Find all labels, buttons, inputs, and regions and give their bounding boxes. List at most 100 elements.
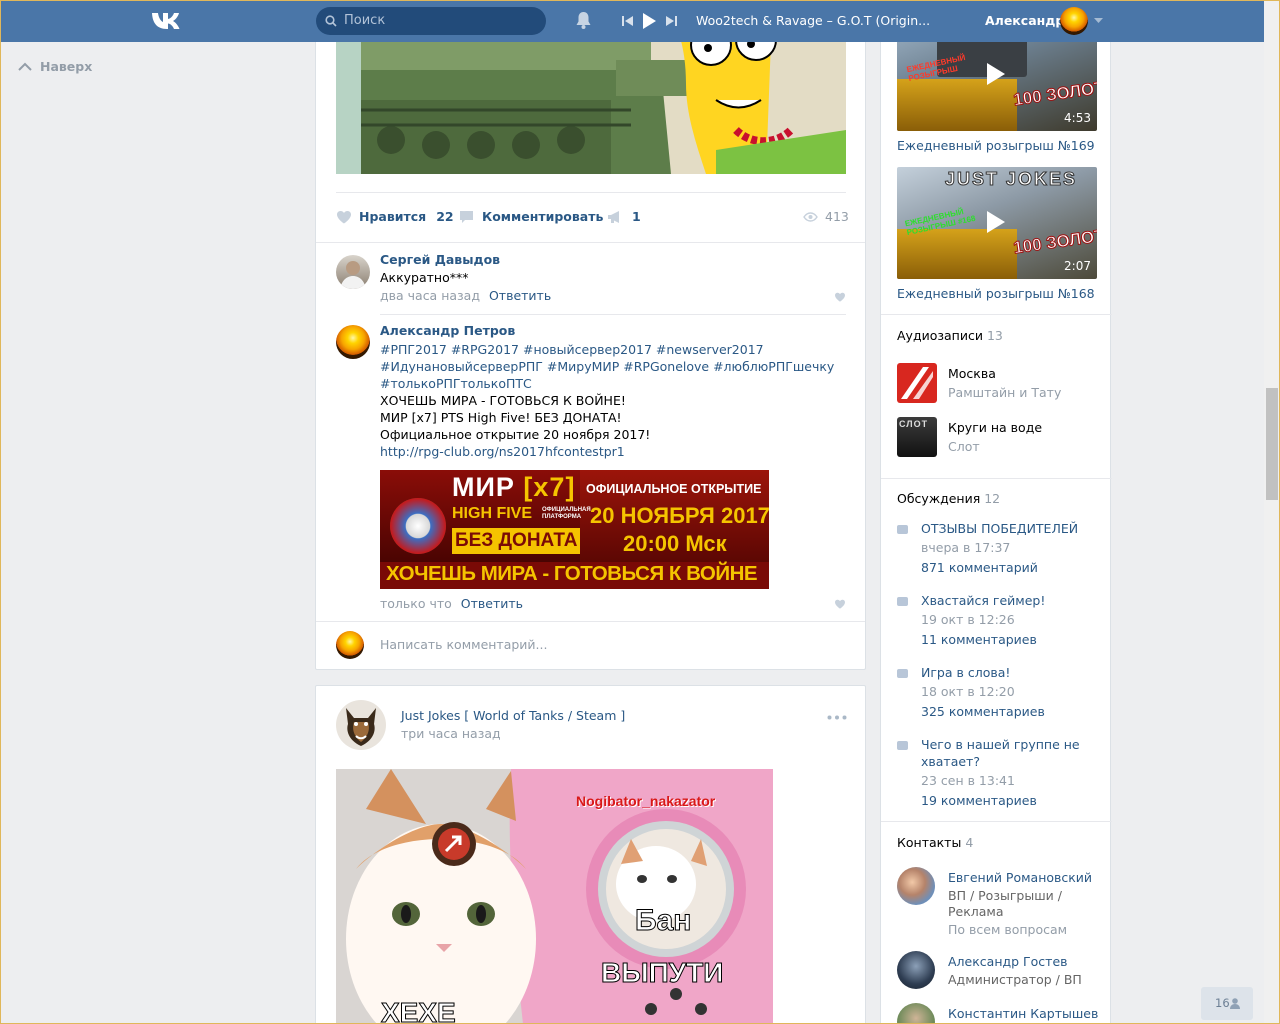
write-comment-input[interactable]: Написать комментарий... xyxy=(380,637,547,652)
audio-artist[interactable]: Рамштайн и Тату xyxy=(948,385,1061,400)
eye-icon xyxy=(803,211,818,222)
next-track-icon[interactable] xyxy=(666,15,677,27)
discussion-date: вчера в 17:37 xyxy=(921,540,1011,555)
meme-caption: ВЫПУТИ xyxy=(600,957,724,989)
audio-title[interactable]: Москва xyxy=(948,366,996,381)
audio-cover[interactable] xyxy=(897,363,937,403)
comment-banner-image[interactable]: МИР [x7] HIGH FIVE ОФИЦИАЛЬНАЯ ПЛАТФОРМА… xyxy=(380,470,769,589)
scroll-to-top-button[interactable]: Наверх xyxy=(18,59,92,74)
comment-text: Аккуратно*** xyxy=(380,270,469,285)
audio-player-controls xyxy=(622,13,677,29)
search-input[interactable]: Поиск xyxy=(316,7,546,35)
vk-logo[interactable] xyxy=(150,9,186,33)
views-counter: 413 xyxy=(803,209,849,224)
discussion-icon xyxy=(897,741,908,750)
comment-button[interactable]: Комментировать xyxy=(459,209,603,224)
comment-hashtags[interactable]: #ИдунановыйсерверРПГ #МируМИР #RPGonelov… xyxy=(380,358,846,375)
comment-time[interactable]: только что xyxy=(380,596,452,611)
post-image[interactable]: Nogibator_nakazator Бан ВЫПУТИ ХЕХЕ xyxy=(336,769,773,1024)
play-icon xyxy=(987,63,1005,85)
contact-avatar[interactable] xyxy=(897,1003,935,1024)
video-title[interactable]: Ежедневный розыгрыш №169 xyxy=(897,138,1095,153)
heart-icon[interactable] xyxy=(834,599,846,609)
discussion-title[interactable]: Чего в нашей группе не хватает? xyxy=(921,736,1091,770)
audio-section-header[interactable]: Аудиозаписи 13 xyxy=(897,328,1003,343)
comment-author[interactable]: Александр Петров xyxy=(380,323,515,338)
group-avatar[interactable] xyxy=(336,700,386,750)
discussion-icon xyxy=(897,597,908,606)
discussion-date: 23 сен в 13:41 xyxy=(921,773,1015,788)
discussions-section-header[interactable]: Обсуждения 12 xyxy=(897,491,1000,506)
previous-track-icon[interactable] xyxy=(622,15,633,27)
share-button[interactable]: 1 xyxy=(607,209,641,224)
commenter-avatar[interactable] xyxy=(336,325,370,359)
contact-name[interactable]: Константин Картышев xyxy=(948,1006,1098,1021)
contact-name[interactable]: Евгений Романовский xyxy=(948,870,1092,885)
reply-link[interactable]: Ответить xyxy=(489,288,551,303)
like-button[interactable]: Нравится 22 xyxy=(336,209,454,224)
top-header: Поиск Woo2tech & Ravage – G.O.T (Origin.… xyxy=(0,0,1264,42)
chevron-down-icon[interactable] xyxy=(1094,18,1103,24)
heart-icon[interactable] xyxy=(834,292,846,302)
comment-hashtags[interactable]: #толькоРПГтолькоПТС xyxy=(380,375,846,392)
megaphone-icon xyxy=(608,210,619,223)
audio-cover[interactable]: СЛОТ xyxy=(897,417,937,457)
reply-link[interactable]: Ответить xyxy=(461,596,523,611)
comment-item: Сергей Давыдов Аккуратно*** два часа наз… xyxy=(336,252,846,312)
notifications-bell-icon[interactable] xyxy=(575,11,592,30)
discussion-title[interactable]: ОТЗЫВЫ ПОБЕДИТЕЛЕЙ xyxy=(921,520,1091,537)
scrollbar-thumb[interactable] xyxy=(1266,388,1278,500)
discussion-title[interactable]: Хвастайся геймер! xyxy=(921,592,1091,609)
meme-caption: ХЕХЕ xyxy=(381,997,457,1024)
more-options-icon[interactable] xyxy=(827,715,847,720)
current-track-title[interactable]: Woo2tech & Ravage – G.O.T (Origin... xyxy=(696,13,930,28)
video-thumbnail[interactable]: JUST JOKES ЕЖЕДНЕВНЫЙ РОЗЫГРЫШ #168 100 … xyxy=(897,167,1097,279)
contact-avatar[interactable] xyxy=(897,951,935,989)
contacts-section-header[interactable]: Контакты 4 xyxy=(897,835,973,850)
video-duration: 2:07 xyxy=(1064,259,1091,273)
post-card: Нравится 22 Комментировать 1 413 Сергей … xyxy=(315,0,866,670)
comment-item: Александр Петров #РПГ2017 #RPG2017 #новы… xyxy=(336,323,846,613)
discussion-comments[interactable]: 871 комментарий xyxy=(921,560,1038,575)
discussion-date: 18 окт в 12:20 xyxy=(921,684,1015,699)
commenter-avatar[interactable] xyxy=(336,255,370,289)
chevron-up-icon xyxy=(18,62,32,71)
discussion-date: 19 окт в 12:26 xyxy=(921,612,1015,627)
my-avatar xyxy=(336,631,364,659)
play-icon xyxy=(987,211,1005,233)
header-user-name[interactable]: Александр xyxy=(985,13,1064,28)
discussion-comments[interactable]: 325 комментариев xyxy=(921,704,1045,719)
search-icon xyxy=(325,15,337,27)
contact-name[interactable]: Александр Гостев xyxy=(948,954,1068,969)
discussion-comments[interactable]: 19 комментариев xyxy=(921,793,1037,808)
contact-role: Администратор / ВП xyxy=(948,972,1082,987)
discussion-title[interactable]: Игра в слова! xyxy=(921,664,1091,681)
video-title[interactable]: Ежедневный розыгрыш №168 xyxy=(897,286,1095,301)
discussion-comments[interactable]: 11 комментариев xyxy=(921,632,1037,647)
page-scrollbar[interactable] xyxy=(1264,0,1280,1024)
header-user-avatar[interactable] xyxy=(1060,7,1088,35)
post-author[interactable]: Just Jokes [ World of Tanks / Steam ] xyxy=(401,708,625,723)
user-icon xyxy=(1230,998,1240,1009)
contact-role: ВП / Розыгрыши / Реклама xyxy=(948,888,1062,919)
play-icon[interactable] xyxy=(643,13,656,29)
audio-artist[interactable]: Слот xyxy=(948,439,980,454)
meme-caption: Бан xyxy=(634,904,692,938)
eagle-emblem-icon xyxy=(390,498,446,554)
comment-text: МИР [x7] PTS High Five! БЕЗ ДОНАТА! xyxy=(380,410,622,425)
discussion-icon xyxy=(897,669,908,678)
comment-link[interactable]: http://rpg-club.org/ns2017hfcontestpr1 xyxy=(380,443,846,460)
audio-title[interactable]: Круги на воде xyxy=(948,420,1042,435)
comment-text: ХОЧЕШЬ МИРА - ГОТОВЬСЯ К ВОЙНЕ! xyxy=(380,393,626,408)
comment-author[interactable]: Сергей Давыдов xyxy=(380,252,500,267)
heart-icon xyxy=(337,210,351,223)
post-time[interactable]: три часа назад xyxy=(401,726,501,741)
right-sidebar: ЕЖЕДНЕВНЫЙ РОЗЫГРЫШ 100 ЗОЛОТА! 4:53 Еже… xyxy=(880,0,1112,1024)
comment-time[interactable]: два часа назад xyxy=(380,288,480,303)
comment-icon xyxy=(460,210,473,223)
comment-hashtags[interactable]: #РПГ2017 #RPG2017 #новыйсервер2017 #news… xyxy=(380,341,846,358)
discussion-icon xyxy=(897,525,908,534)
online-friends-button[interactable]: 16 xyxy=(1201,987,1253,1020)
comment-text: Официальное открытие 20 ноября 2017! xyxy=(380,427,651,442)
contact-avatar[interactable] xyxy=(897,867,935,905)
